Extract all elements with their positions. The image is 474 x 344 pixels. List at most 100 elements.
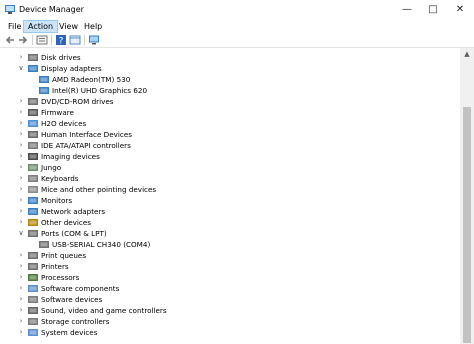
expand-chevron-icon[interactable]: › [17, 184, 25, 195]
expand-chevron-icon[interactable]: › [17, 96, 25, 107]
scrollbar-thumb[interactable] [463, 107, 471, 343]
tree-category-row[interactable]: › Sound, video and game controllers [0, 305, 460, 316]
tree-category-row[interactable]: › Keyboards [0, 173, 460, 184]
tree-device-row[interactable]: Intel(R) UHD Graphics 620 [0, 85, 460, 96]
expand-chevron-icon[interactable]: › [17, 305, 25, 316]
tree-item-label: Intel(R) UHD Graphics 620 [52, 86, 148, 95]
tree-category-row[interactable]: › Software components [0, 283, 460, 294]
disk-drive-icon [28, 54, 38, 61]
menu-bar: File Action View Help [0, 20, 474, 33]
device-manager-app-icon [5, 5, 15, 14]
expand-chevron-icon[interactable]: › [17, 327, 25, 338]
tree-item-label: Software components [41, 284, 120, 293]
port-icon [28, 230, 38, 237]
menu-view[interactable]: View [55, 21, 82, 32]
show-hidden-icon[interactable] [69, 34, 81, 46]
tree-device-row[interactable]: USB-SERIAL CH340 (COM4) [0, 239, 460, 250]
expand-chevron-icon[interactable]: › [17, 217, 25, 228]
close-button[interactable]: ✕ [447, 0, 473, 20]
expand-chevron-icon[interactable]: › [17, 107, 25, 118]
dvd-drive-icon [28, 98, 38, 105]
expand-chevron-icon[interactable]: › [17, 206, 25, 217]
expand-chevron-icon[interactable]: › [17, 140, 25, 151]
properties-icon[interactable] [36, 34, 48, 46]
tree-item-label: Monitors [41, 196, 73, 205]
tree-category-row[interactable]: › Firmware [0, 107, 460, 118]
tree-category-row[interactable]: › Monitors [0, 195, 460, 206]
tree-item-label: Network adapters [41, 207, 106, 216]
expand-chevron-icon[interactable]: › [17, 52, 25, 63]
tree-category-row[interactable]: › H2O devices [0, 118, 460, 129]
tree-item-label: Imaging devices [41, 152, 100, 161]
tree-item-label: Processors [41, 273, 80, 282]
tree-item-label: Display adapters [41, 64, 102, 73]
display-adapter-icon [39, 76, 49, 83]
expand-chevron-icon[interactable]: › [17, 129, 25, 140]
expand-chevron-icon[interactable]: › [17, 195, 25, 206]
jungo-icon [28, 164, 38, 171]
tree-category-row[interactable]: › Printers [0, 261, 460, 272]
expand-chevron-icon[interactable]: › [17, 316, 25, 327]
tree-category-row[interactable]: › Disk drives [0, 52, 460, 63]
tree-category-row[interactable]: › System devices [0, 327, 460, 338]
menu-help[interactable]: Help [80, 21, 106, 32]
maximize-button[interactable]: □ [420, 0, 446, 20]
firmware-icon [28, 109, 38, 116]
display-adapter-icon [39, 87, 49, 94]
tree-item-label: DVD/CD-ROM drives [41, 97, 114, 106]
scroll-up-arrow-icon[interactable]: ▲ [460, 48, 474, 60]
expand-chevron-icon[interactable]: › [17, 151, 25, 162]
tree-item-label: System devices [41, 328, 98, 337]
tree-category-row[interactable]: › Imaging devices [0, 151, 460, 162]
expand-chevron-icon[interactable]: › [17, 173, 25, 184]
tree-category-row[interactable]: › Human Interface Devices [0, 129, 460, 140]
collapse-chevron-icon[interactable]: ∨ [17, 63, 25, 74]
expand-chevron-icon[interactable]: › [17, 294, 25, 305]
expand-chevron-icon[interactable]: › [17, 283, 25, 294]
minimize-button[interactable]: — [394, 0, 420, 20]
tree-category-row[interactable]: ∨ Ports (COM & LPT) [0, 228, 460, 239]
speaker-icon [28, 307, 38, 314]
help-icon[interactable]: ? [55, 34, 67, 46]
vertical-scrollbar[interactable]: ▲ [460, 48, 474, 344]
processor-icon [28, 274, 38, 281]
tree-item-label: Disk drives [41, 53, 81, 62]
tree-category-row[interactable]: › DVD/CD-ROM drives [0, 96, 460, 107]
tree-category-row[interactable]: › Other devices [0, 217, 460, 228]
menu-action[interactable]: Action [23, 20, 59, 33]
tree-category-row[interactable]: › Processors [0, 272, 460, 283]
tree-category-row[interactable]: › Storage controllers [0, 316, 460, 327]
tree-item-label: Jungo [41, 163, 62, 172]
tree-item-label: AMD Radeon(TM) 530 [52, 75, 131, 84]
forward-icon[interactable] [17, 34, 29, 46]
tree-item-label: Ports (COM & LPT) [41, 229, 107, 238]
expand-chevron-icon[interactable]: › [17, 272, 25, 283]
expand-chevron-icon[interactable]: › [17, 250, 25, 261]
keyboard-icon [28, 175, 38, 182]
tree-item-label: USB-SERIAL CH340 (COM4) [52, 240, 151, 249]
back-icon[interactable] [4, 34, 16, 46]
device-tree: › Disk drives ∨ Display adapters AMD Radeon(… [0, 48, 460, 344]
tree-category-row[interactable]: › Print queues [0, 250, 460, 261]
tree-item-label: Printers [41, 262, 69, 271]
svg-text:?: ? [59, 37, 64, 47]
tree-category-row[interactable]: › Software devices [0, 294, 460, 305]
tree-item-label: Mice and other pointing devices [41, 185, 157, 194]
display-adapter-icon [28, 65, 38, 72]
tree-item-label: Software devices [41, 295, 103, 304]
tree-item-label: Sound, video and game controllers [41, 306, 167, 315]
ide-controller-icon [28, 142, 38, 149]
software-component-icon [28, 285, 38, 292]
monitor-icon[interactable] [88, 34, 100, 46]
tree-category-row[interactable]: › Jungo [0, 162, 460, 173]
collapse-chevron-icon[interactable]: ∨ [17, 228, 25, 239]
tree-category-row[interactable]: ∨ Display adapters [0, 63, 460, 74]
tree-category-row[interactable]: › Network adapters [0, 206, 460, 217]
tree-category-row[interactable]: › IDE ATA/ATAPI controllers [0, 140, 460, 151]
expand-chevron-icon[interactable]: › [17, 162, 25, 173]
tree-category-row[interactable]: › Mice and other pointing devices [0, 184, 460, 195]
port-icon [39, 241, 49, 248]
expand-chevron-icon[interactable]: › [17, 261, 25, 272]
tree-device-row[interactable]: AMD Radeon(TM) 530 [0, 74, 460, 85]
expand-chevron-icon[interactable]: › [17, 118, 25, 129]
